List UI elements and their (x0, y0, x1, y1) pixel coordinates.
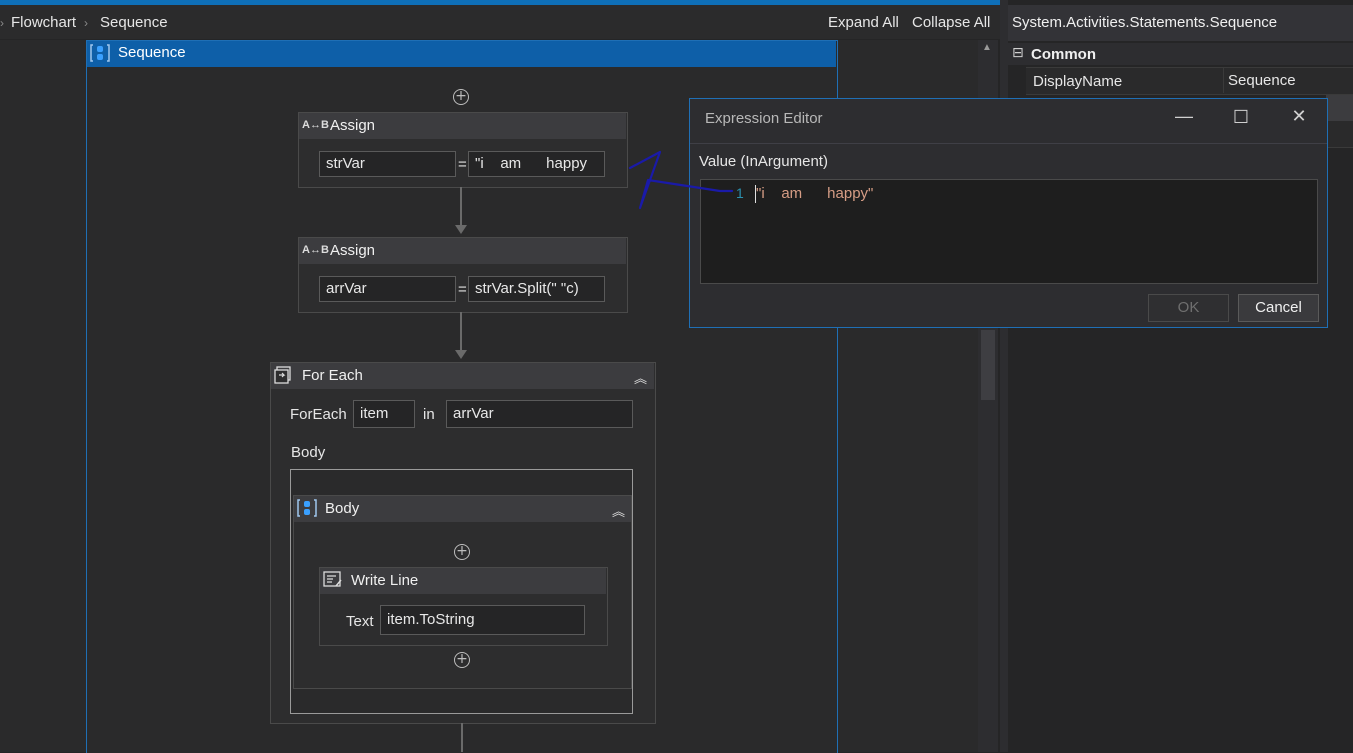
property-row-selected[interactable] (1326, 95, 1353, 121)
property-name: DisplayName (1033, 73, 1123, 90)
sequence-header[interactable] (87, 41, 836, 67)
expand-all-button[interactable]: Expand All (828, 14, 899, 31)
collapse-chevron-icon[interactable]: ︽ (634, 368, 647, 387)
assign-icon: A↔B (302, 244, 329, 256)
writeline-icon (323, 571, 343, 589)
writeline-text-label: Text (346, 613, 374, 630)
dialog-title-divider (690, 143, 1327, 144)
assign-2-value-field[interactable]: strVar.Split(" "c) (468, 276, 605, 302)
connector-line (461, 723, 463, 752)
foreach-collection-field[interactable]: arrVar (446, 400, 633, 428)
assign-2-title: Assign (330, 242, 376, 259)
assign-2-equals: = (458, 281, 467, 298)
hand-drawn-arrow-annotation (628, 150, 734, 210)
property-divider (1223, 67, 1224, 93)
body-label: Body (291, 444, 326, 461)
connector-line (460, 187, 462, 225)
scroll-up-arrow-icon[interactable]: ▲ (982, 42, 992, 53)
collapse-chevron-icon[interactable]: ︽ (612, 501, 625, 520)
breadcrumb-sequence[interactable]: Sequence (100, 14, 168, 31)
foreach-item-field[interactable]: item (353, 400, 415, 428)
body-sequence-title: Body (325, 500, 360, 517)
collapse-all-button[interactable]: Collapse All (912, 14, 990, 31)
writeline-title: Write Line (351, 572, 419, 589)
foreach-title: For Each (302, 367, 363, 384)
cancel-button[interactable]: Cancel (1238, 294, 1319, 322)
assign-2-to-field[interactable]: arrVar (319, 276, 456, 302)
sequence-title: Sequence (118, 44, 186, 61)
close-icon[interactable]: ✕ (1284, 106, 1314, 127)
chevron-right-icon: › (84, 16, 88, 30)
properties-type-name: System.Activities.Statements.Sequence (1012, 14, 1278, 31)
ok-button[interactable]: OK (1148, 294, 1229, 322)
assign-1-to-field[interactable]: strVar (319, 151, 456, 177)
property-value-input[interactable]: Sequence (1228, 72, 1296, 89)
breadcrumb-flowchart[interactable]: Flowchart (11, 14, 76, 31)
add-activity-plus-icon[interactable]: + (454, 544, 470, 560)
foreach-icon (274, 366, 292, 384)
expression-code[interactable]: "i am happy" (756, 185, 873, 202)
sequence-icon (90, 44, 110, 62)
maximize-icon[interactable]: ☐ (1226, 107, 1256, 128)
minimize-icon[interactable]: — (1169, 106, 1199, 127)
add-activity-plus-icon[interactable]: + (454, 652, 470, 668)
breadcrumb-separator-icon: › (0, 16, 4, 30)
writeline-text-field[interactable]: item.ToString (380, 605, 585, 635)
category-common-label: Common (1031, 46, 1096, 63)
property-row[interactable] (1326, 121, 1353, 148)
connector-arrow-icon (455, 350, 467, 359)
sequence-icon (297, 499, 317, 517)
dialog-title: Expression Editor (705, 110, 823, 127)
scrollbar-thumb[interactable] (981, 330, 995, 400)
foreach-in-label: in (423, 406, 435, 423)
connector-arrow-icon (455, 225, 467, 234)
assign-1-value-field[interactable]: "i am happy (468, 151, 605, 177)
add-activity-plus-icon[interactable]: + (453, 89, 469, 105)
collapse-minus-icon[interactable]: ⊟ (1012, 45, 1024, 61)
assign-1-title: Assign (330, 117, 376, 134)
foreach-label: ForEach (290, 406, 347, 423)
assign-icon: A↔B (302, 119, 329, 131)
connector-line (460, 312, 462, 350)
assign-1-equals: = (458, 156, 467, 173)
